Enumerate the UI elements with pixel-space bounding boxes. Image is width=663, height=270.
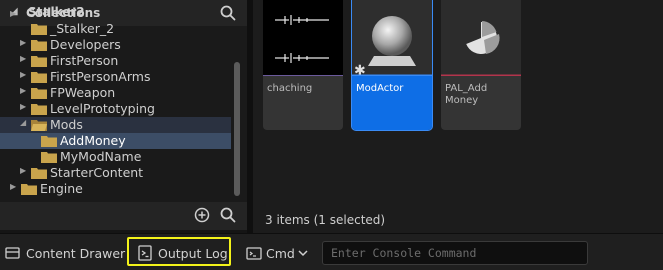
tree-item-fpweapon[interactable]: ▶ FPWeapon [0, 85, 231, 101]
expand-caret-icon[interactable]: ▶ [20, 70, 26, 79]
search-collections-icon[interactable] [219, 206, 237, 224]
folder-icon [21, 184, 37, 195]
asset-tile-modactor[interactable]: ✱ ModActor [351, 0, 433, 131]
expand-caret-icon[interactable]: ▶ [20, 166, 26, 175]
tree-item-levelprototyping[interactable]: ▶ LevelPrototyping [0, 101, 231, 117]
search-icon[interactable] [219, 4, 237, 22]
tree-item-addmoney[interactable]: AddMoney [0, 133, 231, 149]
output-log-icon [138, 245, 152, 261]
tree-item-label: FPWeapon [50, 85, 116, 100]
cmd-icon[interactable] [246, 247, 262, 260]
tree-item-stalker-2[interactable]: _Stalker_2 [0, 21, 231, 37]
folder-icon [41, 136, 57, 147]
tree-item-label: StarterContent [50, 165, 144, 180]
expand-caret-icon[interactable]: ▶ [20, 86, 26, 95]
chevron-down-icon[interactable] [298, 250, 308, 257]
tree-item-startercontent[interactable]: ▶ StarterContent [0, 165, 231, 181]
tree-item-developers[interactable]: ▶ Developers [0, 37, 231, 53]
sound-wave-thumbnail [263, 0, 343, 76]
folder-icon [31, 120, 47, 131]
expand-caret-icon[interactable]: ▶ [10, 182, 16, 191]
folder-icon [31, 40, 47, 51]
expand-caret-icon[interactable]: ◢ [20, 118, 26, 127]
collections-expand-caret[interactable]: ▶ [10, 9, 16, 18]
tree-item-engine[interactable]: ▶ Engine [0, 181, 231, 197]
tree-item-label: _Stalker_2 [50, 21, 115, 36]
asset-type-accent-bar [263, 75, 343, 76]
add-collection-icon[interactable] [193, 206, 211, 224]
folder-icon [31, 56, 47, 67]
asset-tile-label: PAL_Add Money [445, 83, 488, 106]
folder-icon [31, 104, 47, 115]
console-command-input[interactable] [322, 241, 588, 265]
expand-caret-icon[interactable]: ▶ [20, 38, 26, 47]
tree-item-label: Mods [50, 117, 83, 132]
output-log-label: Output Log [158, 246, 228, 261]
folder-icon [31, 72, 47, 83]
tree-item-label: FirstPerson [50, 53, 119, 68]
asset-tile-chaching[interactable]: chaching [263, 0, 343, 130]
cmd-dropdown[interactable]: Cmd [266, 246, 295, 261]
collections-label: Collections [26, 6, 101, 20]
blueprint-actor-thumbnail: ✱ [352, 0, 432, 76]
folder-icon [41, 152, 57, 163]
tree-item-label: FirstPersonArms [50, 69, 151, 84]
tree-item-label: Engine [40, 181, 83, 196]
folder-icon [31, 168, 47, 179]
tree-item-firstpersonarms[interactable]: ▶ FirstPersonArms [0, 69, 231, 85]
folder-icon [31, 88, 47, 99]
tree-scrollbar-thumb[interactable] [234, 62, 240, 196]
items-count-status: 3 items (1 selected) [265, 213, 386, 227]
tree-item-label: MyModName [60, 149, 142, 164]
tree-item-firstperson[interactable]: ▶ FirstPerson [0, 53, 231, 69]
tree-item-mymodname[interactable]: MyModName [0, 149, 231, 165]
asset-tile-pal-add-money[interactable]: PAL_Add Money [441, 0, 521, 130]
asset-tile-label: ModActor [356, 83, 404, 94]
tree-item-label: AddMoney [60, 133, 126, 148]
svg-text:✱: ✱ [354, 63, 366, 76]
tree-item-label: Developers [50, 37, 121, 52]
pie-asset-thumbnail [441, 0, 521, 76]
tree-item-label: LevelPrototyping [50, 101, 155, 116]
expand-caret-icon[interactable]: ▶ [20, 102, 26, 111]
expand-caret-icon[interactable]: ▶ [20, 54, 26, 63]
asset-tile-label: chaching [267, 83, 313, 94]
content-drawer-button[interactable]: Content Drawer [26, 246, 125, 261]
content-drawer-icon[interactable] [5, 246, 21, 260]
tree-item-mods[interactable]: ◢ Mods [0, 117, 231, 133]
folder-icon [31, 24, 47, 35]
